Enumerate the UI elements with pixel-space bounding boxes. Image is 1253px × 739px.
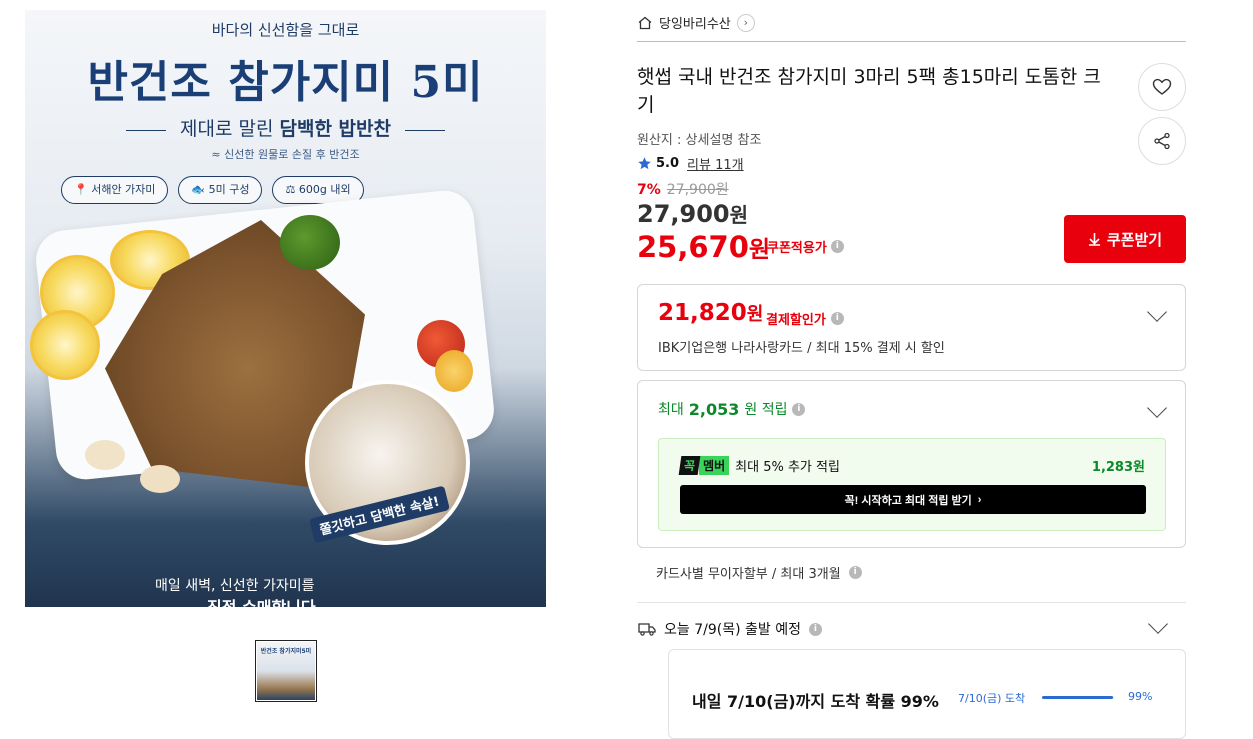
image-note: ≈ 신선한 원물로 손질 후 반건조: [211, 148, 360, 161]
membership-logo: 꼭 멤버: [678, 456, 730, 475]
coupon-button-label: 쿠폰받기: [1106, 231, 1163, 249]
arrival-box: 내일 7/10(금)까지 도착 확률 99% 7/10(금) 도착 99%: [668, 649, 1186, 739]
info-icon[interactable]: i: [792, 402, 806, 416]
image-title: 반건조 참가지미 5미: [87, 57, 484, 108]
coupon-price: 25,670원: [637, 230, 771, 264]
origin-text: 원산지 : 상세설명 참조: [637, 133, 762, 148]
image-bottom-line1: 매일 새벽, 신선한 가자미를: [155, 578, 315, 594]
lemon-slice: [30, 310, 100, 380]
original-price: 27,900원: [666, 182, 729, 198]
store-link[interactable]: 당잉바리수산 ›: [637, 13, 755, 32]
share-button[interactable]: [1138, 117, 1186, 165]
home-icon: [638, 16, 652, 29]
garlic: [140, 465, 180, 493]
broccoli: [280, 215, 340, 270]
coupon-price-label: 쿠폰적용가 i: [767, 237, 844, 256]
image-thumbnail[interactable]: 반건조 참가지미5미: [255, 640, 317, 702]
chevron-down-icon[interactable]: [1147, 302, 1167, 322]
heart-icon: [1152, 78, 1172, 95]
installment-info: 카드사별 무이자할부 / 최대 3개월 i: [656, 563, 862, 582]
membership-start-button[interactable]: 꼭! 시작하고 최대 적립 받기 ›: [680, 485, 1146, 514]
arrival-date: 7/10(금) 도착: [958, 692, 1026, 705]
chevron-right-icon: ›: [736, 13, 755, 32]
payment-description: IBK기업은행 나라사랑카드 / 최대 15% 결제 시 할인: [658, 341, 945, 356]
info-icon[interactable]: i: [808, 622, 822, 636]
yellow-tomato: [435, 350, 473, 392]
image-pills: 📍 서해안 가자미 🐟 5미 구성 ⚖ 600g 내외: [61, 176, 364, 204]
membership-text: 최대 5% 추가 적립: [735, 460, 840, 475]
review-count-link[interactable]: 리뷰 11개: [687, 154, 744, 173]
chevron-down-icon[interactable]: [1147, 398, 1167, 418]
pill-origin: 📍 서해안 가자미: [61, 176, 169, 204]
chevron-right-icon: ›: [977, 493, 982, 506]
divider: [637, 41, 1186, 42]
coupon-download-button[interactable]: 쿠폰받기: [1064, 215, 1186, 263]
chevron-down-icon[interactable]: [1148, 614, 1168, 634]
shipping-row[interactable]: 오늘 7/9(목) 출발 예정 i: [638, 619, 822, 639]
product-main-image[interactable]: 바다의 신선함을 그대로 반건조 참가지미 5미 제대로 말린 담백한 밥반찬 …: [25, 10, 546, 607]
garlic: [85, 440, 125, 470]
membership-box: 꼭 멤버 최대 5% 추가 적립 1,283원 꼭! 시작하고 최대 적립 받기 ›: [658, 438, 1166, 531]
arrival-progress-fill: [1042, 696, 1114, 699]
share-icon: [1154, 132, 1170, 150]
thumbnail-label: 반건조 참가지미5미: [260, 648, 312, 655]
store-name: 당잉바리수산: [659, 17, 731, 32]
pill-count: 🐟 5미 구성: [178, 176, 263, 204]
info-icon[interactable]: i: [830, 240, 844, 253]
rating: 5.0 리뷰 11개: [637, 154, 744, 173]
arrival-percent: 99%: [1128, 690, 1153, 703]
image-tagline: 제대로 말린 담백한 밥반찬: [75, 114, 496, 141]
points-card[interactable]: 최대 2,053 원 적립 i 꼭 멤버 최대 5% 추가 적립 1,283원 꼭! …: [637, 380, 1186, 548]
arrival-progress-bar: [1042, 696, 1114, 699]
image-bottom-line2: 직접 수매합니다.: [207, 594, 322, 607]
download-icon: [1088, 233, 1100, 246]
info-icon[interactable]: i: [848, 566, 862, 579]
product-title: 햇썹 국내 반건조 참가지미 3마리 5팩 총15마리 도톰한 크기: [637, 66, 1101, 116]
points-title: 최대 2,053 원 적립 i: [658, 399, 806, 419]
discount-percent: 7%: [637, 182, 661, 198]
image-subtitle: 바다의 신선함을 그대로: [211, 21, 360, 39]
star-icon: [638, 157, 651, 170]
discount-row: 7% 27,900원: [637, 179, 729, 199]
info-icon[interactable]: i: [830, 312, 844, 325]
payment-label: 결제할인가 i: [766, 309, 844, 328]
payment-discount-card[interactable]: 21,820원 결제할인가 i IBK기업은행 나라사랑카드 / 최대 15% 결…: [637, 284, 1186, 371]
truck-icon: [638, 623, 656, 636]
wishlist-button[interactable]: [1138, 63, 1186, 111]
divider: [637, 602, 1186, 603]
payment-price: 21,820원: [658, 300, 764, 326]
rating-score: 5.0: [656, 156, 680, 171]
arrival-text: 내일 7/10(금)까지 도착 확률 99%: [692, 692, 939, 711]
membership-row: 꼭 멤버 최대 5% 추가 적립: [678, 456, 840, 475]
shipping-depart: 오늘 7/9(목) 출발 예정: [664, 622, 801, 638]
sale-price: 27,900원: [637, 200, 749, 228]
membership-amount: 1,283원: [1091, 460, 1145, 475]
